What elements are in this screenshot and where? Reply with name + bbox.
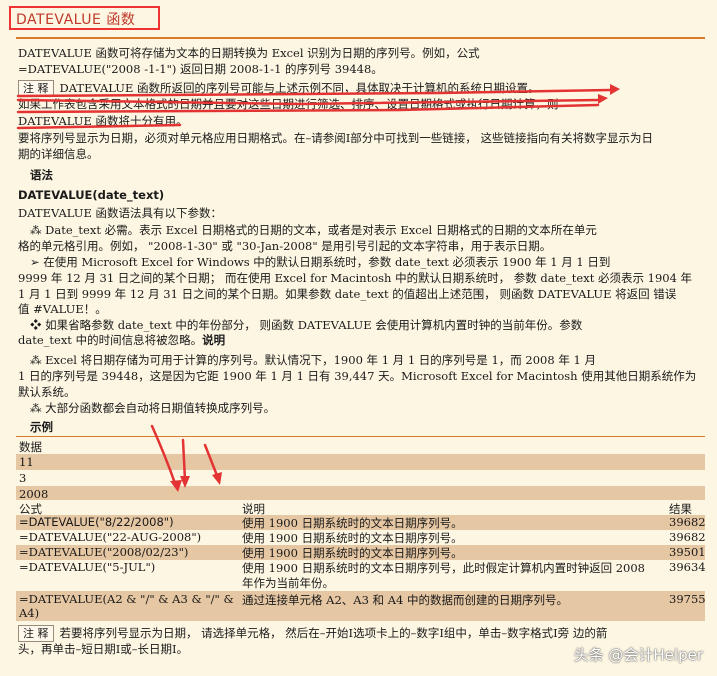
underline-annotation xyxy=(16,103,600,114)
underline-annotation xyxy=(16,98,602,106)
underline-annotation xyxy=(16,88,612,98)
arrow-annotation xyxy=(150,424,178,488)
arrowhead xyxy=(180,476,190,488)
arrow-annotation xyxy=(181,438,187,482)
arrow-annotation xyxy=(203,443,220,480)
arrowhead xyxy=(610,84,620,95)
arrowhead xyxy=(598,94,608,104)
arrowhead xyxy=(170,480,182,492)
underline-annotation xyxy=(16,123,182,130)
watermark: 头条 @会计Helper xyxy=(573,646,703,664)
arrowhead xyxy=(212,472,222,485)
annotation-overlay xyxy=(16,84,620,492)
